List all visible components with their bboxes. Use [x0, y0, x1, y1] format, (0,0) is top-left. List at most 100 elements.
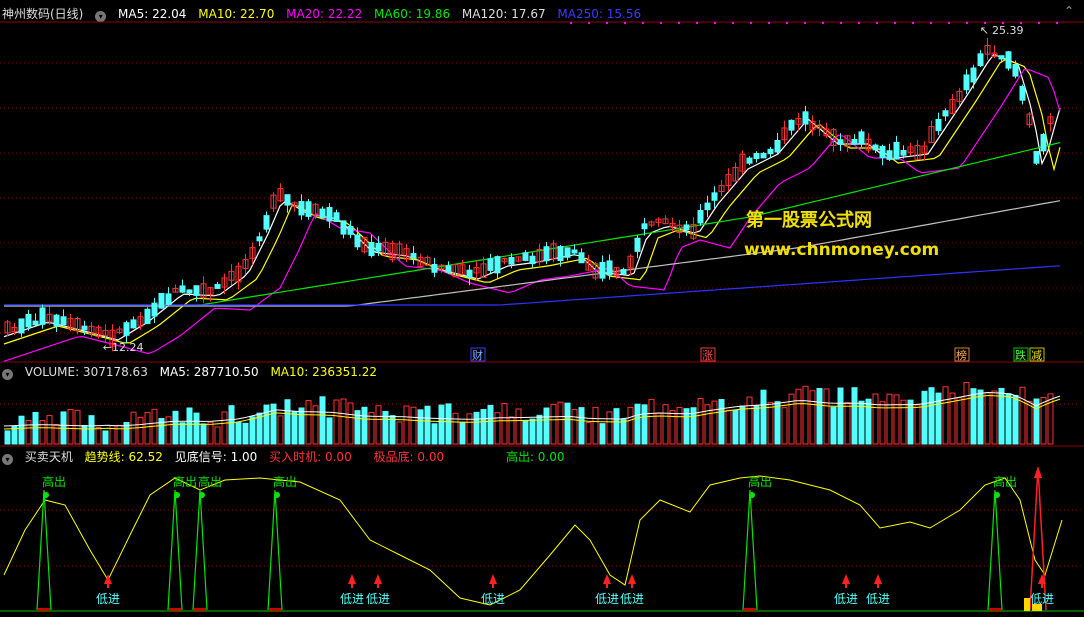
volume-bar	[858, 400, 865, 445]
volume-bar	[46, 415, 53, 445]
buy-arrow-stem	[1041, 584, 1043, 588]
low-arrow-icon: ←	[103, 341, 112, 354]
candle-body	[543, 246, 550, 262]
volume-bar	[466, 413, 473, 445]
volume-bar	[340, 398, 347, 445]
top-dot	[714, 22, 716, 24]
volume-bar	[802, 385, 809, 445]
volume-bar	[1026, 400, 1033, 445]
spike-base	[194, 608, 206, 611]
volume-bar	[928, 387, 935, 445]
volume-bar	[459, 421, 466, 445]
volume-bar	[207, 421, 214, 445]
event-marker-rank[interactable]: 榜	[956, 348, 967, 362]
candle-body	[879, 145, 886, 159]
volume-bar	[655, 412, 662, 445]
top-dot	[1056, 22, 1058, 24]
volume-bar	[480, 409, 487, 445]
candle-body	[60, 316, 67, 326]
volume-bar	[697, 398, 704, 445]
volume-bar	[522, 419, 529, 445]
volume-bar	[53, 423, 60, 445]
low-in-label: 低进	[834, 592, 859, 606]
volume-bar	[956, 397, 963, 445]
candle-body	[1005, 51, 1012, 69]
volume-bar	[991, 390, 998, 445]
volume-bar	[550, 403, 557, 445]
volume-bar	[228, 405, 235, 445]
volume-bar	[445, 403, 452, 445]
volume-bar	[837, 387, 844, 445]
event-marker-rise[interactable]: 涨	[702, 349, 713, 362]
buy-arrow-stem	[845, 584, 847, 588]
candle-body	[354, 234, 361, 248]
volume-bar	[830, 406, 837, 445]
volume-bar	[263, 404, 270, 445]
high-out-dot	[994, 492, 1000, 498]
candle-body	[522, 252, 529, 261]
volume-bar	[921, 390, 928, 445]
volume-bar	[718, 399, 725, 445]
volume-bar	[746, 396, 753, 445]
top-dot	[732, 22, 734, 24]
candle-body	[711, 192, 718, 201]
volume-bar	[284, 399, 291, 445]
buy-arrow-icon	[348, 574, 356, 584]
low-in-label: 低进	[1030, 592, 1055, 606]
chart-canvas[interactable]: 25.39 ↖ 12.24 ← 财 涨 榜 跌 减	[0, 0, 1084, 617]
candle-body	[284, 194, 291, 206]
trend-line	[3, 475, 1063, 606]
candle-body	[802, 111, 809, 125]
candle-body	[704, 202, 711, 211]
event-marker-fall[interactable]: 跌	[1015, 348, 1026, 362]
candle-body	[32, 320, 39, 326]
buy-arrow-icon	[489, 574, 497, 584]
volume-bar	[767, 401, 774, 445]
top-dot	[822, 22, 824, 24]
volume-bar	[249, 416, 256, 445]
top-dot	[642, 22, 644, 24]
event-marker-reduce[interactable]: 减	[1031, 349, 1042, 362]
volume-bar	[375, 405, 382, 445]
event-marker-finance[interactable]: 财	[472, 348, 483, 362]
candle-body	[963, 74, 970, 91]
candle-body	[942, 110, 949, 117]
volume-bar	[368, 411, 375, 445]
top-dot	[912, 22, 914, 24]
low-in-label: 低进	[866, 592, 891, 606]
candle-body	[872, 144, 879, 151]
volume-bar	[501, 403, 508, 445]
volume-bar	[571, 409, 578, 445]
buy-spike-arrow-icon	[1034, 466, 1042, 478]
candle-body	[641, 223, 648, 230]
candle-body	[893, 141, 900, 160]
volume-bar	[214, 426, 221, 445]
volume-bar	[319, 396, 326, 445]
volume-bar	[809, 390, 816, 445]
high-price-label: 25.39	[992, 24, 1024, 37]
volume-bar	[599, 423, 606, 445]
buy-arrow-icon	[374, 574, 382, 584]
low-in-label: 低进	[595, 592, 620, 606]
candle-body	[634, 237, 641, 252]
spike-base	[744, 608, 756, 611]
candle-body	[760, 152, 767, 159]
volume-bar	[900, 399, 907, 445]
top-dot	[930, 22, 932, 24]
high-out-dot	[199, 492, 205, 498]
top-dot	[1038, 22, 1040, 24]
high-arrow-icon: ↖	[980, 24, 989, 37]
volume-bar	[298, 407, 305, 445]
watermark-title: 第一股票公式网	[746, 210, 872, 231]
volume-bar	[711, 400, 718, 445]
volume-bar	[438, 404, 445, 445]
volume-bar	[347, 402, 354, 445]
volume-bar	[725, 409, 732, 445]
top-dot	[948, 22, 950, 24]
volume-bar	[781, 407, 788, 445]
buy-arrow-icon	[603, 574, 611, 584]
candle-body	[368, 241, 375, 257]
top-dot	[858, 22, 860, 24]
candle-body	[557, 246, 564, 262]
volume-bar	[39, 420, 46, 445]
